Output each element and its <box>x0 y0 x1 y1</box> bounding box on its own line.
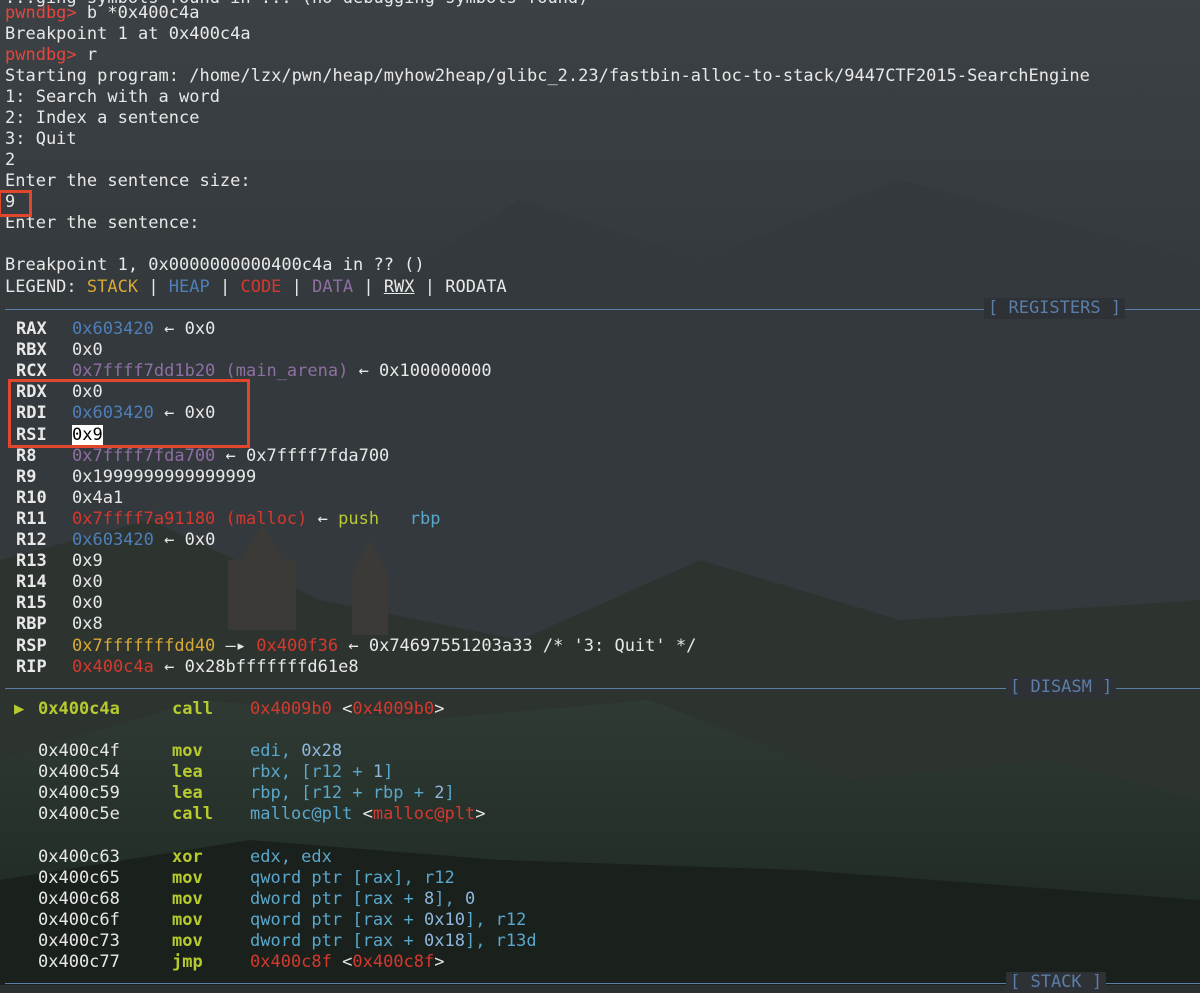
register-value-rax: 0x603420 ← 0x0 <box>72 319 216 339</box>
registers-section-header: [ REGISTERS ] <box>984 298 1126 319</box>
instruction-address: 0x400c77 <box>38 952 120 972</box>
register-value-r9: 0x1999999999999999 <box>72 466 257 487</box>
stack-section-header: [ STACK ] <box>1006 972 1107 993</box>
instruction-mnemonic: mov <box>172 888 203 909</box>
register-value-r11: 0x7ffff7a91180 (malloc) ← push rbp <box>72 508 441 529</box>
instruction-mnemonic: mov <box>172 867 203 888</box>
register-value-r12: 0x603420 ← 0x0 <box>72 530 216 550</box>
register-name-rbx: RBX <box>16 340 47 361</box>
session-line: Breakpoint 1, 0x0000000000400c4a in ?? (… <box>5 255 425 275</box>
instruction-address: 0x400c65 <box>38 867 120 888</box>
instruction-mnemonic: lea <box>172 783 203 804</box>
instruction-mnemonic: call <box>172 804 213 825</box>
register-value-r10: 0x4a1 <box>72 487 124 508</box>
register-name-r9: R9 <box>16 466 37 487</box>
instruction-operands: 0x4009b0 <0x4009b0> <box>250 699 445 719</box>
register-value-rbx: 0x0 <box>72 340 103 361</box>
instruction-address: 0x400c68 <box>38 888 120 909</box>
instruction-operands: qword ptr [rax + 0x10], r12 <box>250 909 527 930</box>
session-line: pwndbg> r <box>5 45 98 65</box>
session-line: 2: Index a sentence <box>5 108 200 128</box>
instruction-operands: dword ptr [rax + 8], 0 <box>250 888 476 909</box>
register-name-r14: R14 <box>16 572 47 593</box>
disasm-section-header: [ DISASM ] <box>1006 677 1117 698</box>
instruction-address: 0x400c4f <box>38 741 120 762</box>
instruction-operands: dword ptr [rax + 0x18], r13d <box>250 930 537 951</box>
register-value-rbp: 0x8 <box>72 614 103 635</box>
instruction-operands: rbx, [r12 + 1] <box>250 762 394 783</box>
session-line: Enter the sentence: <box>5 213 200 233</box>
instruction-operands: malloc@plt <malloc@plt> <box>250 804 486 825</box>
register-name-r15: R15 <box>16 593 47 614</box>
instruction-operands: 0x400c8f <0x400c8f> <box>250 952 445 972</box>
register-value-rip: 0x400c4a ← 0x28bfffffffd61e8 <box>72 656 359 677</box>
instruction-mnemonic: lea <box>172 762 203 783</box>
instruction-mnemonic: jmp <box>172 952 203 972</box>
instruction-mnemonic: xor <box>172 846 203 867</box>
session-line: pwndbg> b *0x400c4a <box>5 3 200 23</box>
instruction-operands: edi, 0x28 <box>250 741 343 762</box>
register-value-r13: 0x9 <box>72 551 103 572</box>
input-size-highlight-box <box>0 190 32 217</box>
session-line: Starting program: /home/lzx/pwn/heap/myh… <box>5 66 1090 86</box>
instruction-address: 0x400c54 <box>38 762 120 783</box>
instruction-mnemonic: call <box>172 699 213 719</box>
register-name-r13: R13 <box>16 551 47 572</box>
legend-line: LEGEND: STACK | HEAP | CODE | DATA | RWX… <box>5 277 507 297</box>
instruction-address: 0x400c59 <box>38 783 120 804</box>
register-name-rax: RAX <box>16 319 47 339</box>
session-line: 1: Search with a word <box>5 87 220 107</box>
instruction-address: 0x400c63 <box>38 846 120 867</box>
instruction-mnemonic: mov <box>172 741 203 762</box>
instruction-operands: rbp, [r12 + rbp + 2] <box>250 783 455 804</box>
registers-highlight-box <box>8 379 250 448</box>
register-name-r10: R10 <box>16 487 47 508</box>
register-name-rbp: RBP <box>16 614 47 635</box>
session-line: 3: Quit <box>5 129 77 149</box>
instruction-address: 0x400c73 <box>38 930 120 951</box>
instruction-operands: edx, edx <box>250 846 332 867</box>
register-value-r15: 0x0 <box>72 593 103 614</box>
register-name-rsp: RSP <box>16 635 47 656</box>
register-value-rsp: 0x7fffffffdd40 —▸ 0x400f36 ← 0x746975512… <box>72 635 697 656</box>
terminal-window[interactable]: ...ging symbols found in ... (no debuggi… <box>0 0 1200 993</box>
session-line: Enter the sentence size: <box>5 171 251 191</box>
instruction-mnemonic: mov <box>172 909 203 930</box>
session-line: Breakpoint 1 at 0x400c4a <box>5 24 251 44</box>
register-name-r8: R8 <box>16 445 37 466</box>
instruction-address: 0x400c5e <box>38 804 120 825</box>
play-triangle-icon: ▶ <box>14 699 25 719</box>
register-name-r12: R12 <box>16 530 47 550</box>
register-value-r8: 0x7ffff7fda700 ← 0x7ffff7fda700 <box>72 445 390 466</box>
instruction-address: 0x400c4a <box>38 699 120 719</box>
session-line: 2 <box>5 150 16 170</box>
instruction-address: 0x400c6f <box>38 909 120 930</box>
register-value-r14: 0x0 <box>72 572 103 593</box>
instruction-operands: qword ptr [rax], r12 <box>250 867 455 888</box>
register-name-r11: R11 <box>16 508 47 529</box>
register-name-rip: RIP <box>16 656 47 677</box>
instruction-mnemonic: mov <box>172 930 203 951</box>
